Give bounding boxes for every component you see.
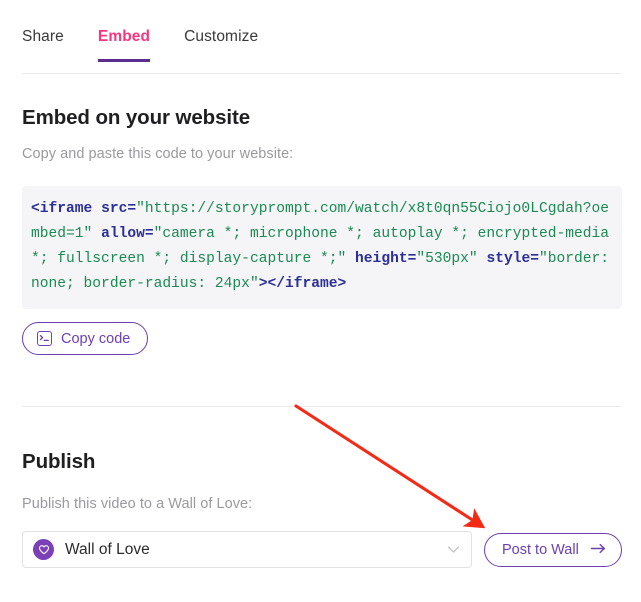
embed-section-title: Embed on your website — [22, 106, 250, 129]
publish-section-subtitle: Publish this video to a Wall of Love: — [22, 496, 253, 512]
copy-code-label: Copy code — [61, 330, 131, 347]
heart-icon — [33, 539, 54, 560]
embed-code-block[interactable]: <iframe src="https://storyprompt.com/wat… — [22, 186, 622, 309]
tab-customize[interactable]: Customize — [184, 28, 258, 62]
tab-embed[interactable]: Embed — [97, 28, 151, 62]
publish-section-title: Publish — [22, 450, 96, 473]
wall-select[interactable]: Wall of Love — [22, 531, 472, 568]
copy-code-button[interactable]: Copy code — [22, 322, 149, 355]
tab-bar-divider — [22, 73, 622, 74]
embed-publish-panel: Share Embed Customize Embed on your webs… — [0, 0, 641, 602]
embed-section-subtitle: Copy and paste this code to your website… — [22, 146, 294, 162]
tab-share[interactable]: Share — [22, 28, 64, 62]
post-to-wall-button[interactable]: Post to Wall — [484, 533, 622, 567]
tab-bar: Share Embed Customize — [22, 28, 292, 62]
arrow-right-icon — [590, 542, 607, 559]
section-divider — [22, 406, 622, 407]
chevron-down-icon[interactable] — [447, 545, 460, 554]
terminal-icon — [37, 331, 52, 346]
post-to-wall-label: Post to Wall — [502, 542, 579, 558]
wall-select-value: Wall of Love — [65, 540, 150, 558]
